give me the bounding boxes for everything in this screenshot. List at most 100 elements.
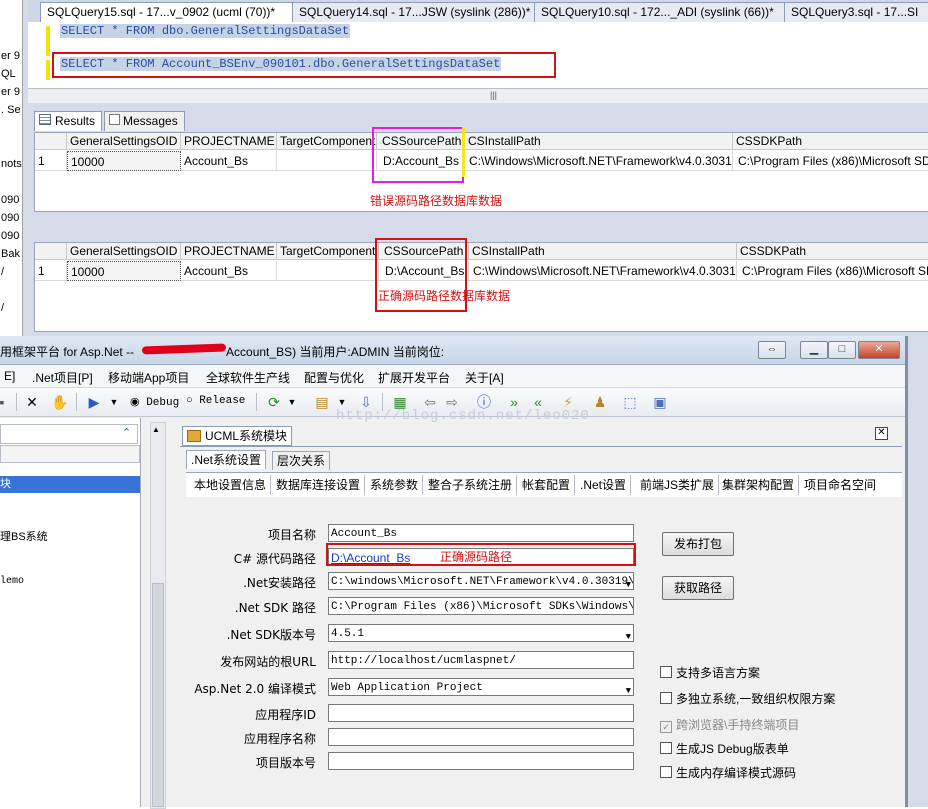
image-icon[interactable]: ▣: [650, 392, 670, 412]
column-header[interactable]: CSSDKPath: [733, 133, 928, 150]
users-icon[interactable]: ♟: [590, 392, 610, 412]
column-header[interactable]: PROJECTNAME: [181, 133, 277, 150]
query-line-1[interactable]: SELECT * FROM dbo.GeneralSettingsDataSet: [60, 24, 351, 38]
get-path-button[interactable]: 获取路径: [662, 576, 734, 600]
compile-mode-select[interactable]: Web Application Project ▼: [328, 678, 634, 696]
menu-global-software[interactable]: 全球软件生产线: [206, 369, 290, 386]
tab-namespace[interactable]: 项目命名空间: [800, 475, 880, 495]
explorer-text: /: [1, 266, 5, 278]
tab-net-config[interactable]: .Net设置: [576, 475, 632, 495]
chevron-down-icon[interactable]: ▼: [626, 682, 631, 695]
column-header[interactable]: CSInstallPath: [469, 243, 737, 260]
tab-sqlquery15[interactable]: SQLQuery15.sql - 17...v_0902 (ucml (70))…: [40, 2, 300, 23]
tab-sqlquery3[interactable]: SQLQuery3.sql - 17...SI: [784, 2, 928, 22]
maximize-button[interactable]: □: [828, 341, 856, 359]
tab-sqlquery10[interactable]: SQLQuery10.sql - 172..._ADI (syslink (66…: [534, 2, 788, 22]
close-icon[interactable]: ✕: [875, 427, 888, 440]
hand-icon[interactable]: ✋: [50, 392, 70, 412]
app-id-input[interactable]: [328, 704, 634, 722]
tab-hierarchy[interactable]: 层次关系: [272, 451, 331, 470]
project-name-input[interactable]: Account_Bs: [328, 524, 634, 542]
column-header[interactable]: PROJECTNAME: [181, 243, 277, 260]
tab-subsystem-register[interactable]: 整合子系统注册: [424, 475, 518, 495]
restore-arrows-icon[interactable]: ⇔: [758, 341, 786, 359]
menu-edit[interactable]: E]: [4, 369, 15, 383]
tab-local-settings[interactable]: 本地设置信息: [190, 475, 272, 495]
collapse-icon[interactable]: ⌃: [122, 426, 131, 439]
column-header[interactable]: CSSDKPath: [737, 243, 928, 260]
cut-icon[interactable]: ✕: [22, 392, 42, 412]
menu-about[interactable]: 关于[A]: [465, 369, 504, 386]
app-titlebar[interactable]: 用框架平台 for Asp.Net -- Account_BS) 当前用户:ADM…: [0, 336, 905, 365]
menu-mobile-app[interactable]: 移动端App项目: [108, 369, 189, 386]
editor-hscrollbar[interactable]: |||: [28, 88, 928, 103]
publish-package-button[interactable]: 发布打包: [662, 532, 734, 556]
memory-compile-checkbox[interactable]: 生成内存编译模式源码: [660, 764, 796, 781]
folder-icon[interactable]: ▤: [312, 392, 332, 412]
refresh-icon[interactable]: ⟳: [264, 392, 284, 412]
tab-results[interactable]: Results: [34, 111, 103, 131]
query-editor[interactable]: SELECT * FROM dbo.GeneralSettingsDataSet…: [28, 22, 928, 88]
close-button[interactable]: ✕: [858, 341, 900, 359]
correct-path-annotation: 正确源码路径数据库数据: [378, 289, 511, 303]
save-icon[interactable]: ▪: [0, 392, 12, 412]
column-header[interactable]: GeneralSettingsOID: [67, 133, 181, 150]
cell-targetcomponent[interactable]: [277, 151, 377, 171]
scroll-thumb[interactable]: [152, 583, 164, 807]
chevron-down-icon[interactable]: ▼: [282, 392, 302, 412]
tab-sqlquery14[interactable]: SQLQuery14.sql - 17...JSW (syslink (286)…: [292, 2, 538, 22]
cell-cssdkpath[interactable]: C:\Program Files (x86)\Microsoft SDKs\: [737, 261, 928, 281]
menu-ext-platform[interactable]: 扩展开发平台: [378, 369, 450, 386]
cell-oid[interactable]: 10000: [67, 151, 181, 171]
tab-cluster-config[interactable]: 集群架构配置: [718, 475, 800, 495]
column-header[interactable]: TargetComponent: [277, 243, 379, 260]
net-install-path-select[interactable]: C:\windows\Microsoft.NET\Framework\v4.0.…: [328, 572, 634, 590]
tab-messages[interactable]: Messages: [104, 111, 185, 131]
cell-projectname[interactable]: Account_Bs: [181, 151, 277, 171]
cell-oid[interactable]: 10000: [67, 261, 181, 281]
checkbox-box[interactable]: [660, 742, 672, 754]
cell-projectname[interactable]: Account_Bs: [181, 261, 277, 281]
chevron-down-icon[interactable]: ▼: [626, 576, 631, 589]
project-version-input[interactable]: [328, 752, 634, 770]
cell-csinstallpath[interactable]: C:\Windows\Microsoft.NET\Framework\v4.0.…: [469, 261, 737, 281]
nav-item-selected[interactable]: 块: [0, 476, 140, 493]
checkbox-box[interactable]: [660, 692, 672, 704]
chevron-down-icon[interactable]: ▼: [626, 628, 631, 641]
cell-csinstallpath[interactable]: C:\Windows\Microsoft.NET\Framework\v4.0.…: [465, 151, 733, 171]
column-header[interactable]: TargetComponent: [277, 133, 377, 150]
run-icon[interactable]: ▶: [84, 392, 104, 412]
tab-ucml-module[interactable]: UCML系统模块: [182, 426, 293, 446]
checkbox-box[interactable]: [660, 666, 672, 678]
js-debug-checkbox[interactable]: 生成JS Debug版表单: [660, 740, 789, 757]
tab-js-extensions[interactable]: 前端JS类扩展: [636, 475, 720, 495]
multilang-checkbox[interactable]: 支持多语言方案: [660, 664, 760, 681]
net-sdk-path-input[interactable]: C:\Program Files (x86)\Microsoft SDKs\Wi…: [328, 597, 634, 615]
scroll-up-icon[interactable]: ▲: [152, 425, 160, 434]
nav-item[interactable]: lemo: [0, 576, 24, 587]
column-header[interactable]: CSInstallPath: [465, 133, 733, 150]
menu-config[interactable]: 配置与优化: [304, 369, 364, 386]
nav-item[interactable]: 理BS系统: [0, 528, 48, 544]
tab-account-config[interactable]: 帐套配置: [518, 475, 576, 495]
cell-cssdkpath[interactable]: C:\Program Files (x86)\Microsoft SDKs\: [733, 151, 928, 171]
app-name-input[interactable]: [328, 728, 634, 746]
cell-targetcomponent[interactable]: [277, 261, 379, 281]
vertical-scrollbar[interactable]: ▲: [150, 422, 166, 809]
nav-search-box[interactable]: [0, 424, 138, 444]
release-radio[interactable]: ○ Release: [186, 395, 245, 407]
checkbox-box[interactable]: [660, 766, 672, 778]
site-root-url-input[interactable]: http://localhost/ucmlaspnet/: [328, 651, 634, 669]
multi-system-checkbox[interactable]: 多独立系统,一致组织权限方案: [660, 690, 835, 707]
tab-net-settings[interactable]: .Net系统设置: [186, 450, 267, 469]
minimize-button[interactable]: ▁: [800, 341, 828, 359]
menu-net-project[interactable]: .Net项目[P]: [32, 369, 93, 386]
screen-icon[interactable]: ⬚: [620, 392, 640, 412]
tab-db-connection[interactable]: 数据库连接设置: [272, 475, 366, 495]
column-header[interactable]: GeneralSettingsOID: [67, 243, 181, 260]
debug-radio[interactable]: ◉ Debug: [130, 395, 179, 409]
chevron-down-icon[interactable]: ▼: [104, 392, 124, 412]
tab-system-params[interactable]: 系统参数: [366, 475, 424, 495]
doc-tab-label: UCML系统模块: [205, 429, 288, 443]
net-sdk-version-select[interactable]: 4.5.1 ▼: [328, 624, 634, 642]
